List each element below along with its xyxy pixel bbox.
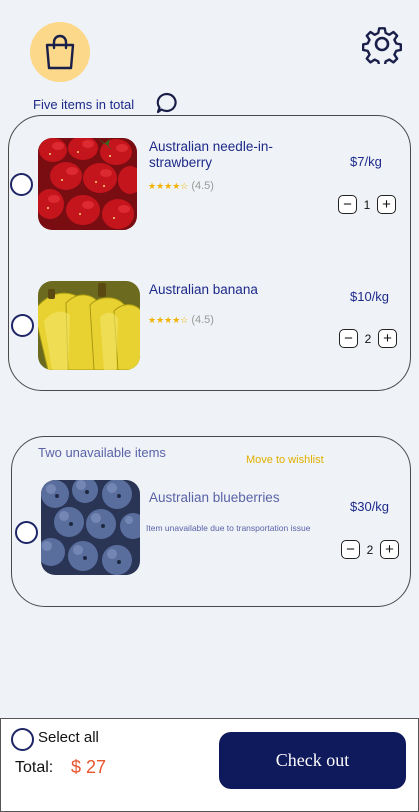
select-all-radio[interactable]: [11, 728, 34, 751]
items-count-label: Five items in total: [33, 97, 135, 112]
quantity-value: 2: [366, 542, 374, 557]
unavailable-note: Item unavailable due to transportation i…: [146, 523, 311, 533]
quantity-stepper: − 1 +: [338, 195, 396, 214]
product-name: Australian banana: [149, 282, 258, 297]
decrement-button[interactable]: −: [341, 540, 360, 559]
product-price: $10/kg: [350, 289, 390, 304]
rating-value: (4.5): [191, 180, 214, 192]
gear-icon: [361, 27, 403, 68]
product-name: Australian blueberries: [149, 490, 280, 505]
decrement-button[interactable]: −: [338, 195, 357, 214]
settings-button[interactable]: [361, 24, 403, 68]
increment-button[interactable]: +: [377, 195, 396, 214]
product-price: $7/kg: [350, 154, 382, 169]
chat-button[interactable]: [155, 91, 179, 115]
rating-value: (4.5): [191, 314, 214, 326]
product-image-blueberries: [41, 480, 140, 575]
chat-bubble-icon: [156, 92, 177, 114]
shopping-bag-icon: [45, 34, 75, 70]
item-select-radio[interactable]: [10, 173, 33, 196]
move-to-wishlist-link[interactable]: Move to wishlist: [246, 454, 324, 466]
product-image-banana: [38, 281, 140, 370]
decrement-button[interactable]: −: [339, 329, 358, 348]
rating-stars: ★★★★☆: [148, 314, 189, 325]
total-value: $ 27: [71, 757, 107, 777]
product-image-strawberry: [38, 138, 137, 230]
product-rating: ★★★★☆ (4.5): [148, 180, 214, 192]
checkout-button[interactable]: Check out: [219, 732, 406, 789]
quantity-value: 2: [364, 331, 372, 346]
item-select-radio[interactable]: [15, 521, 38, 544]
unavailable-title: Two unavailable items: [38, 445, 166, 460]
product-name: Australian needle-in-strawberry: [149, 139, 273, 170]
increment-button[interactable]: +: [378, 329, 397, 348]
item-select-radio[interactable]: [11, 314, 34, 337]
product-rating: ★★★★☆ (4.5): [148, 314, 214, 326]
quantity-stepper: − 2 +: [341, 540, 399, 559]
quantity-value: 1: [363, 197, 371, 212]
total-label: Total:: [15, 759, 54, 776]
rating-stars: ★★★★☆: [148, 180, 189, 191]
product-price: $30/kg: [350, 499, 390, 514]
cart-button[interactable]: [30, 22, 90, 82]
select-all-label[interactable]: Select all: [38, 729, 99, 746]
increment-button[interactable]: +: [380, 540, 399, 559]
quantity-stepper: − 2 +: [339, 329, 397, 348]
